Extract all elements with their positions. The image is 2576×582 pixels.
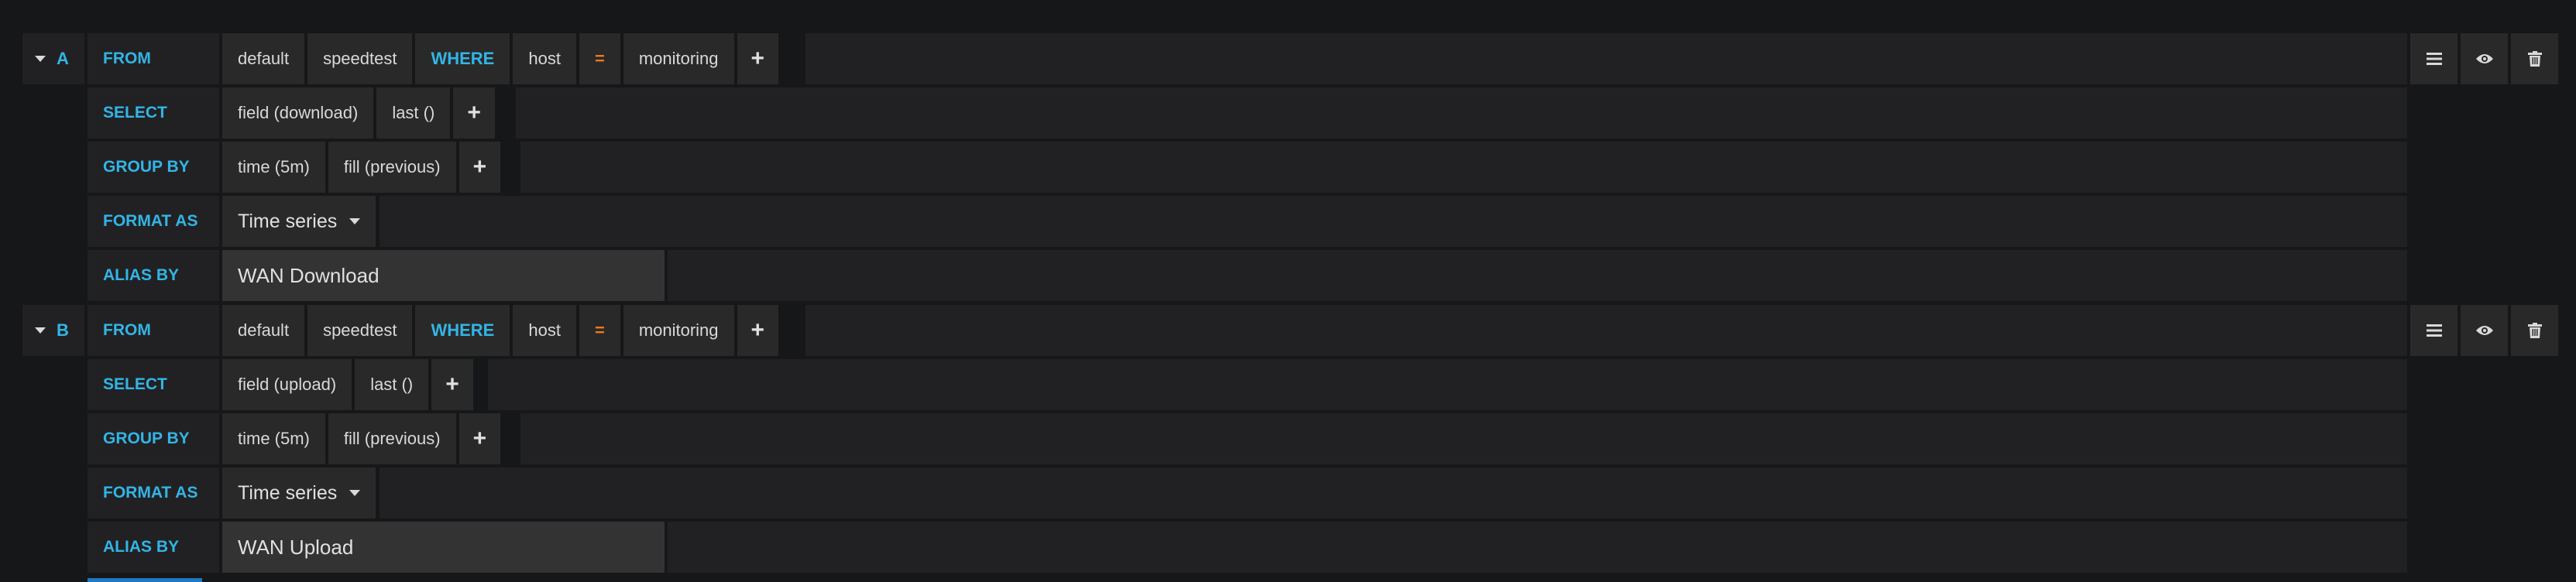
select-function-segment[interactable]: last () xyxy=(376,87,451,139)
hamburger-menu-icon xyxy=(2426,53,2442,65)
alias-by-row: ALIAS BY xyxy=(0,522,2576,573)
row-filler xyxy=(380,196,2407,247)
toggle-editor-mode-button[interactable] xyxy=(2410,305,2458,356)
group-by-time-segment[interactable]: time (5m) xyxy=(222,413,325,464)
select-keyword: SELECT xyxy=(88,359,219,410)
format-as-keyword: FORMAT AS xyxy=(88,196,219,247)
from-measurement-segment[interactable]: speedtest xyxy=(307,33,413,84)
eye-icon xyxy=(2475,326,2493,335)
remove-query-button[interactable] xyxy=(2511,33,2558,84)
query-letter: B xyxy=(57,320,69,340)
from-keyword: FROM xyxy=(88,33,219,84)
alias-by-input[interactable] xyxy=(222,250,665,301)
query-editor: A FROM default speedtest WHERE host = mo… xyxy=(0,0,2576,582)
format-as-select[interactable]: Time series xyxy=(222,196,376,247)
remove-query-button[interactable] xyxy=(2511,305,2558,356)
where-operator-segment[interactable]: = xyxy=(579,33,620,84)
from-policy-segment[interactable]: default xyxy=(222,305,305,356)
select-field-segment[interactable]: field (download) xyxy=(222,87,374,139)
trash-icon xyxy=(2527,51,2542,67)
alias-by-input[interactable] xyxy=(222,522,665,573)
row-filler xyxy=(668,522,2407,573)
add-select-button[interactable]: + xyxy=(431,359,473,410)
caret-down-icon xyxy=(349,490,361,496)
caret-down-icon xyxy=(35,56,46,62)
group-by-row: GROUP BY time (5m) fill (previous) + xyxy=(0,413,2576,464)
where-keyword: WHERE xyxy=(415,33,510,84)
hamburger-menu-icon xyxy=(2426,324,2442,337)
row-filler xyxy=(380,467,2407,519)
add-group-by-button[interactable]: + xyxy=(459,413,501,464)
where-value-segment[interactable]: monitoring xyxy=(623,305,734,356)
select-field-segment[interactable]: field (upload) xyxy=(222,359,352,410)
group-by-fill-segment[interactable]: fill (previous) xyxy=(328,142,456,193)
format-as-row: FORMAT AS Time series xyxy=(0,196,2576,247)
caret-down-icon xyxy=(35,327,46,334)
caret-down-icon xyxy=(349,218,361,224)
group-by-keyword: GROUP BY xyxy=(88,413,219,464)
row-filler xyxy=(516,87,2407,139)
alias-by-keyword: ALIAS BY xyxy=(88,522,219,573)
group-by-fill-segment[interactable]: fill (previous) xyxy=(328,413,456,464)
toggle-hide-button[interactable] xyxy=(2461,305,2508,356)
where-value-segment[interactable]: monitoring xyxy=(623,33,734,84)
alias-by-row: ALIAS BY xyxy=(0,250,2576,301)
row-filler xyxy=(668,250,2407,301)
query-letter: A xyxy=(57,49,69,68)
group-by-row: GROUP BY time (5m) fill (previous) + xyxy=(0,142,2576,193)
format-as-keyword: FORMAT AS xyxy=(88,467,219,519)
group-by-keyword: GROUP BY xyxy=(88,142,219,193)
add-where-button[interactable]: + xyxy=(737,305,779,356)
toggle-hide-button[interactable] xyxy=(2461,33,2508,84)
eye-icon xyxy=(2475,54,2493,63)
row-filler xyxy=(488,359,2407,410)
alias-by-keyword: ALIAS BY xyxy=(88,250,219,301)
select-row: SELECT field (download) last () + xyxy=(0,87,2576,139)
from-row: B FROM default speedtest WHERE host = mo… xyxy=(0,305,2576,356)
row-filler xyxy=(805,33,2407,84)
collapse-toggle[interactable]: A xyxy=(22,33,84,84)
where-operator-segment[interactable]: = xyxy=(579,305,620,356)
format-as-value: Time series xyxy=(238,210,338,232)
format-as-row: FORMAT AS Time series xyxy=(0,467,2576,519)
from-keyword: FROM xyxy=(88,305,219,356)
select-keyword: SELECT xyxy=(88,87,219,139)
select-row: SELECT field (upload) last () + xyxy=(0,359,2576,410)
format-as-select[interactable]: Time series xyxy=(222,467,376,519)
add-where-button[interactable]: + xyxy=(737,33,779,84)
where-keyword: WHERE xyxy=(415,305,510,356)
where-key-segment[interactable]: host xyxy=(513,33,576,84)
toggle-editor-mode-button[interactable] xyxy=(2410,33,2458,84)
row-filler xyxy=(805,305,2407,356)
group-by-time-segment[interactable]: time (5m) xyxy=(222,142,325,193)
trash-icon xyxy=(2527,323,2542,338)
add-select-button[interactable]: + xyxy=(453,87,495,139)
select-function-segment[interactable]: last () xyxy=(355,359,429,410)
from-measurement-segment[interactable]: speedtest xyxy=(307,305,413,356)
from-policy-segment[interactable]: default xyxy=(222,33,305,84)
where-key-segment[interactable]: host xyxy=(513,305,576,356)
row-filler xyxy=(520,413,2407,464)
row-filler xyxy=(520,142,2407,193)
format-as-value: Time series xyxy=(238,481,338,504)
add-group-by-button[interactable]: + xyxy=(459,142,501,193)
collapse-toggle[interactable]: B xyxy=(22,305,84,356)
from-row: A FROM default speedtest WHERE host = mo… xyxy=(0,33,2576,84)
active-tab-indicator xyxy=(88,578,202,582)
